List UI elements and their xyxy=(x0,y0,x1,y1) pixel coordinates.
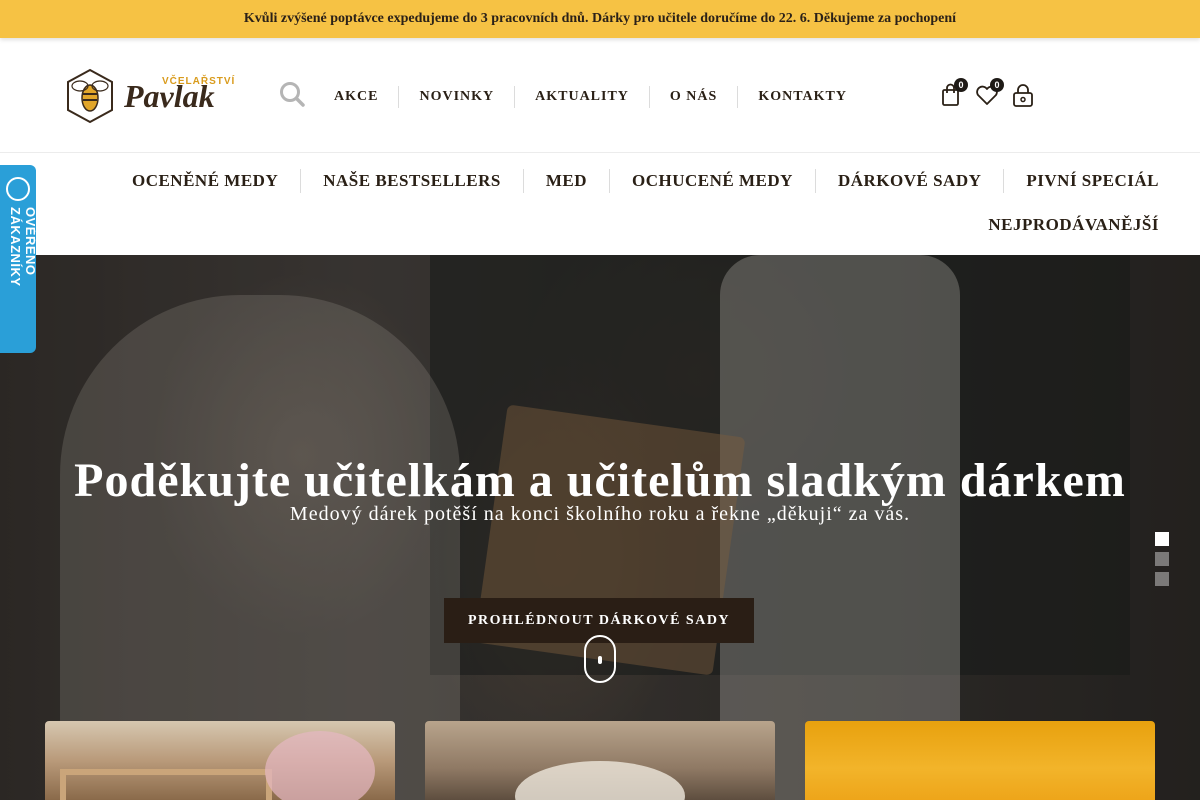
category-nase-bestsellers[interactable]: NAŠE BESTSELLERS xyxy=(300,169,523,193)
nav-item-o-nas[interactable]: O NÁS xyxy=(648,86,737,108)
nav-item-aktuality[interactable]: AKTUALITY xyxy=(514,86,649,108)
hero-subtitle: Medový dárek potěší na konci školního ro… xyxy=(289,503,911,525)
hero-slider: Poděkujte učitelkám a učitelům sladkým d… xyxy=(0,255,1200,800)
logo-name: Pavlak xyxy=(124,78,215,114)
category-pivni-special[interactable]: PIVNÍ SPECIÁL xyxy=(1003,169,1181,193)
slider-dot[interactable] xyxy=(1155,532,1169,546)
mouse-wheel-icon xyxy=(598,656,602,664)
slider-pagination xyxy=(1155,532,1169,586)
slider-dot[interactable] xyxy=(1155,572,1169,586)
category-nav-row: OCENĚNÉ MEDY NAŠE BESTSELLERS MED OCHUCE… xyxy=(110,169,1181,193)
search-icon[interactable] xyxy=(278,80,306,108)
nav-item-kontakty[interactable]: KONTAKTY xyxy=(737,86,867,108)
account-button[interactable] xyxy=(1010,82,1036,108)
header-icons: 0 0 xyxy=(938,78,1036,108)
scroll-down-indicator[interactable] xyxy=(584,635,616,683)
slider-dot[interactable] xyxy=(1155,552,1169,566)
cart-count-badge: 0 xyxy=(954,78,968,92)
promo-card[interactable] xyxy=(45,721,395,800)
category-oceneny-medy[interactable]: OCENĚNÉ MEDY xyxy=(110,169,300,193)
hero-background-teacher xyxy=(720,255,960,800)
wishlist-count-badge: 0 xyxy=(990,78,1004,92)
promo-cards xyxy=(45,721,1155,800)
hero-title: Poděkujte učitelkám a učitelům sladkým d… xyxy=(74,454,1126,507)
announcement-text: Kvůli zvýšené poptávce expedujeme do 3 p… xyxy=(243,11,957,26)
category-ochucene-medy[interactable]: OCHUCENÉ MEDY xyxy=(609,169,815,193)
category-nav-row: NEJPRODÁVANĚJŠÍ xyxy=(966,213,1181,237)
announcement-bar: Kvůli zvýšené poptávce expedujeme do 3 p… xyxy=(0,0,1200,38)
verified-badge-label: OVĚŘENO ZÁKAZNÍKY xyxy=(8,207,38,287)
lock-icon xyxy=(1013,84,1033,107)
promo-card[interactable] xyxy=(425,721,775,800)
category-med[interactable]: MED xyxy=(522,169,609,193)
nav-item-novinky[interactable]: NOVINKY xyxy=(398,86,514,108)
category-nejprodavanejsi[interactable]: NEJPRODÁVANĚJŠÍ xyxy=(966,213,1181,237)
wishlist-button[interactable]: 0 xyxy=(974,78,1004,108)
promo-card[interactable] xyxy=(805,721,1155,800)
nav-item-akce[interactable]: AKCE xyxy=(314,86,398,108)
cart-button[interactable]: 0 xyxy=(938,78,968,108)
verified-seal-icon xyxy=(6,177,30,201)
category-darkove-sady[interactable]: DÁRKOVÉ SADY xyxy=(814,169,1003,193)
category-nav: OCENĚNÉ MEDY NAŠE BESTSELLERS MED OCHUCE… xyxy=(0,153,1200,255)
main-nav: AKCE NOVINKY AKTUALITY O NÁS KONTAKTY xyxy=(314,86,867,108)
verified-customers-badge[interactable]: OVĚŘENO ZÁKAZNÍKY xyxy=(0,165,38,353)
